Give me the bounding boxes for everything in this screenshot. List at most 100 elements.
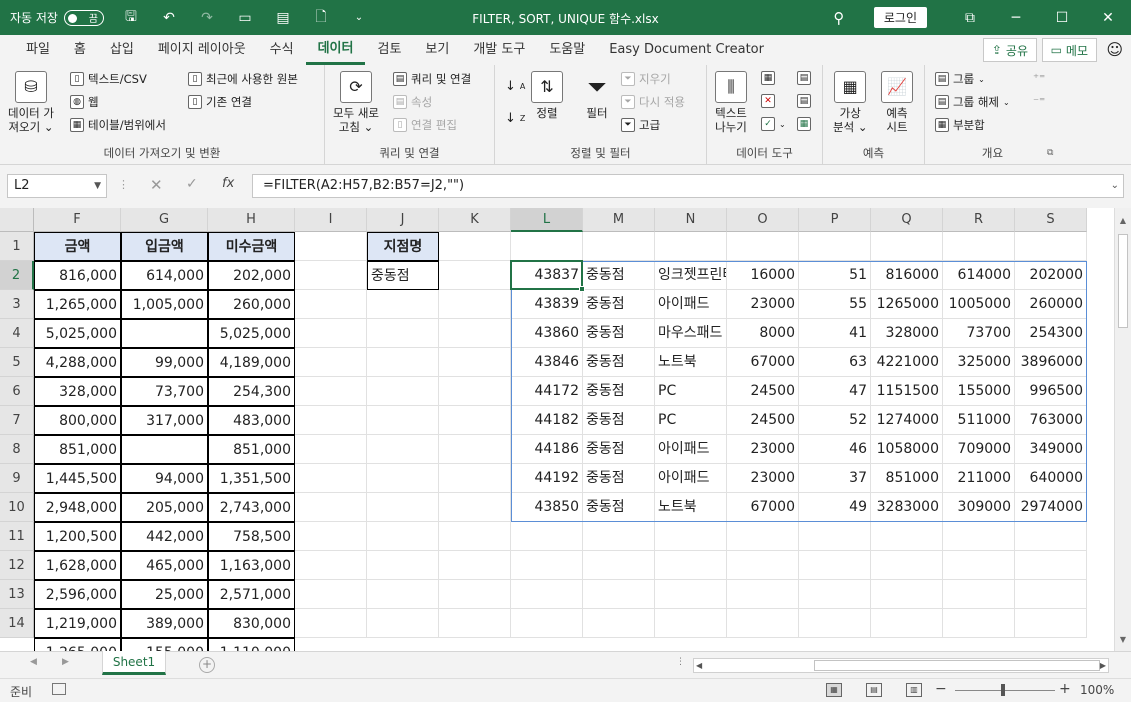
cell-r13[interactable] [943, 580, 1015, 609]
spill-cell-l9[interactable]: 44192 [511, 464, 583, 493]
cell-j12[interactable] [367, 551, 439, 580]
cell-k13[interactable] [439, 580, 511, 609]
cell-n14[interactable] [655, 609, 727, 638]
spill-cell-p4[interactable]: 41 [799, 319, 871, 348]
cell-o12[interactable] [727, 551, 799, 580]
remove-duplicates-button[interactable]: ✕ [761, 94, 775, 108]
cell-f10[interactable]: 2,948,000 [34, 493, 121, 522]
spill-cell-p3[interactable]: 55 [799, 290, 871, 319]
redo-icon[interactable]: ↷ [196, 7, 218, 29]
cell-g11[interactable]: 442,000 [121, 522, 208, 551]
spill-cell-s9[interactable]: 640000 [1015, 464, 1087, 493]
cell-f4[interactable]: 5,025,000 [34, 319, 121, 348]
cell-h10[interactable]: 2,743,000 [208, 493, 295, 522]
spill-cell-o3[interactable]: 23000 [727, 290, 799, 319]
cell-i10[interactable] [295, 493, 367, 522]
tab-page-layout[interactable]: 페이지 레이아웃 [146, 35, 258, 65]
vertical-scroll-thumb[interactable] [1118, 234, 1128, 328]
cell-i14[interactable] [295, 609, 367, 638]
page-break-preview-icon[interactable]: ▥ [906, 683, 922, 697]
cell-h5[interactable]: 4,189,000 [208, 348, 295, 377]
cell-l1[interactable] [511, 232, 583, 261]
memo-button[interactable]: ▭ 메모 [1041, 38, 1097, 62]
row-header-11[interactable]: 11 [0, 522, 34, 551]
cell-o1[interactable] [727, 232, 799, 261]
cell-n12[interactable] [655, 551, 727, 580]
cell-q12[interactable] [871, 551, 943, 580]
tab-split-grip-icon[interactable]: ⋮ [676, 657, 685, 667]
spill-cell-s4[interactable]: 254300 [1015, 319, 1087, 348]
properties-button[interactable]: ▤ 속성 [393, 94, 432, 110]
spill-cell-s7[interactable]: 763000 [1015, 406, 1087, 435]
spill-cell-s3[interactable]: 260000 [1015, 290, 1087, 319]
cell-h3[interactable]: 260,000 [208, 290, 295, 319]
zoom-in-icon[interactable]: + [1059, 681, 1071, 697]
cell-g8[interactable] [121, 435, 208, 464]
cell-f15[interactable]: 1,265,000 [34, 638, 121, 651]
cell-h12[interactable]: 1,163,000 [208, 551, 295, 580]
cell-g2[interactable]: 614,000 [121, 261, 208, 290]
header-amount[interactable]: 금액 [34, 232, 121, 261]
forecast-sheet-button[interactable]: 📈 예측 시트 [881, 71, 913, 134]
cell-j4[interactable] [367, 319, 439, 348]
cell-m11[interactable] [583, 522, 655, 551]
spill-cell-p6[interactable]: 47 [799, 377, 871, 406]
feedback-smile-icon[interactable]: ☺ [1106, 40, 1123, 59]
undo-icon[interactable]: ↶ [158, 7, 180, 29]
sort-descending-button[interactable]: ↓ Z [505, 111, 525, 126]
cell-j11[interactable] [367, 522, 439, 551]
show-detail-button[interactable]: ⁺⁼ [1033, 71, 1045, 85]
column-header-j[interactable]: J [367, 208, 439, 232]
what-if-analysis-button[interactable]: ▦ 가상 분석 ⌄ [833, 71, 867, 134]
spill-cell-n5[interactable]: 노트북 [655, 348, 727, 377]
prev-sheet-icon[interactable]: ◀ [30, 657, 37, 667]
column-header-g[interactable]: G [121, 208, 208, 232]
document-icon[interactable]: 🗋 [310, 7, 332, 29]
spill-cell-m4[interactable]: 중동점 [583, 319, 655, 348]
spill-cell-r2[interactable]: 614000 [943, 261, 1015, 290]
cell-k2[interactable] [439, 261, 511, 290]
spill-cell-q10[interactable]: 3283000 [871, 493, 943, 522]
spill-cell-q7[interactable]: 1274000 [871, 406, 943, 435]
tab-home[interactable]: 홈 [62, 35, 98, 65]
cell-k11[interactable] [439, 522, 511, 551]
spill-cell-l10[interactable]: 43850 [511, 493, 583, 522]
cell-j14[interactable] [367, 609, 439, 638]
cell-m12[interactable] [583, 551, 655, 580]
cell-g14[interactable]: 389,000 [121, 609, 208, 638]
cell-q1[interactable] [871, 232, 943, 261]
cell-q13[interactable] [871, 580, 943, 609]
scroll-down-icon[interactable]: ▼ [1115, 632, 1131, 648]
refresh-all-button[interactable]: ⟳ 모두 새로 고침 ⌄ [333, 71, 379, 134]
cell-s12[interactable] [1015, 551, 1087, 580]
cell-i9[interactable] [295, 464, 367, 493]
data-model-button[interactable]: ▦ [797, 117, 811, 131]
cell-h15[interactable]: 1,110,000 [208, 638, 295, 651]
row-header-10[interactable]: 10 [0, 493, 34, 522]
spill-cell-n3[interactable]: 아이패드 [655, 290, 727, 319]
cell-f3[interactable]: 1,265,000 [34, 290, 121, 319]
cell-p1[interactable] [799, 232, 871, 261]
spill-cell-m5[interactable]: 중동점 [583, 348, 655, 377]
cell-k1[interactable] [439, 232, 511, 261]
cell-j9[interactable] [367, 464, 439, 493]
group-button[interactable]: ▤ 그룹 ⌄ [935, 71, 985, 87]
cell-i5[interactable] [295, 348, 367, 377]
column-header-o[interactable]: O [727, 208, 799, 232]
cell-j7[interactable] [367, 406, 439, 435]
column-header-i[interactable]: I [295, 208, 367, 232]
zoom-out-icon[interactable]: − [935, 681, 947, 697]
spill-cell-o6[interactable]: 24500 [727, 377, 799, 406]
cell-m1[interactable] [583, 232, 655, 261]
cell-k9[interactable] [439, 464, 511, 493]
cell-o14[interactable] [727, 609, 799, 638]
cell-h14[interactable]: 830,000 [208, 609, 295, 638]
row-header-8[interactable]: 8 [0, 435, 34, 464]
edit-links-button[interactable]: ▯ 연결 편집 [393, 117, 457, 133]
minimize-button[interactable]: ─ [993, 0, 1039, 35]
clear-filter-button[interactable]: ⏷ 지우기 [621, 71, 671, 87]
zoom-level[interactable]: 100% [1080, 683, 1114, 697]
column-header-r[interactable]: R [943, 208, 1015, 232]
tab-developer[interactable]: 개발 도구 [461, 35, 537, 65]
vertical-scrollbar[interactable]: ▲ ▼ [1114, 208, 1131, 651]
